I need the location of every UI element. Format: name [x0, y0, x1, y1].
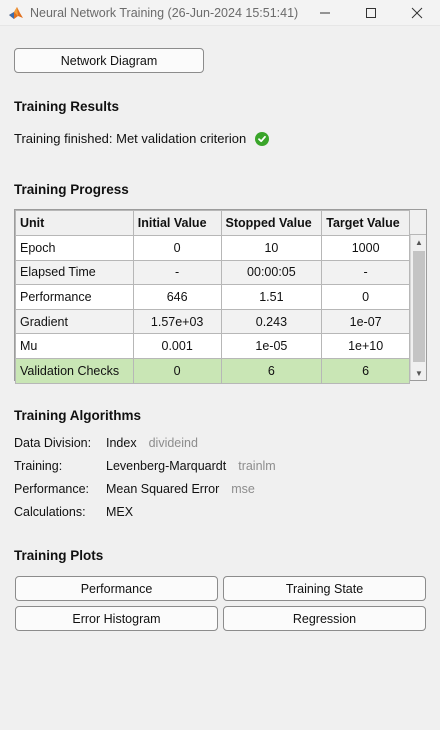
- performance-plot-button[interactable]: Performance: [15, 576, 218, 601]
- table-cell: 0: [132, 235, 222, 261]
- table-header-row: Unit Initial Value Stopped Value Target …: [15, 210, 410, 236]
- table-cell: 0: [132, 357, 222, 384]
- error-histogram-plot-button[interactable]: Error Histogram: [15, 606, 218, 631]
- table-row-epoch: Epoch 0 10 1000: [15, 235, 410, 261]
- training-progress-heading: Training Progress: [14, 182, 129, 197]
- close-button[interactable]: [394, 0, 440, 26]
- algorithm-name: MEX: [106, 505, 134, 519]
- table-cell: 1.57e+03: [132, 308, 222, 335]
- regression-plot-button[interactable]: Regression: [223, 606, 426, 631]
- table-cell: 0.001: [132, 333, 222, 359]
- table-cell: Elapsed Time: [15, 259, 134, 286]
- table-cell: Validation Checks: [15, 357, 134, 384]
- table-cell: 10: [220, 235, 323, 261]
- table-cell: 646: [132, 284, 222, 310]
- algorithm-code[interactable]: divideind: [149, 436, 198, 450]
- algorithm-label: Data Division:: [14, 436, 92, 450]
- main-panel: Network Diagram Training Results Trainin…: [0, 27, 438, 727]
- algorithm-label: Calculations:: [14, 505, 86, 519]
- algorithm-row-calculations: Calculations: MEX: [14, 505, 145, 519]
- training-status-text: Training finished: Met validation criter…: [14, 131, 247, 146]
- network-diagram-button[interactable]: Network Diagram: [14, 48, 204, 73]
- maximize-button[interactable]: [348, 0, 394, 26]
- column-header-initial[interactable]: Initial Value: [132, 210, 222, 236]
- minimize-button[interactable]: [302, 0, 348, 26]
- algorithm-label: Training:: [14, 459, 63, 473]
- algorithm-name: Index: [106, 436, 137, 450]
- table-cell: Epoch: [15, 235, 134, 261]
- algorithm-code[interactable]: trainlm: [238, 459, 276, 473]
- window-title: Neural Network Training (26-Jun-2024 15:…: [30, 5, 299, 20]
- column-header-unit[interactable]: Unit: [15, 210, 134, 236]
- table-cell: 1000: [321, 235, 410, 261]
- check-circle-icon: [255, 131, 270, 146]
- table-cell: 1e-07: [321, 308, 410, 335]
- table-row-mu: Mu 0.001 1e-05 1e+10: [15, 333, 410, 359]
- table-cell: -: [321, 259, 410, 286]
- table-cell: 1e-05: [220, 333, 323, 359]
- table-cell: 6: [220, 357, 323, 384]
- training-results-heading: Training Results: [14, 99, 120, 114]
- table-cell: 6: [321, 357, 410, 384]
- table-row-validation-checks: Validation Checks 0 6 6: [15, 357, 410, 384]
- table-row-elapsed-time: Elapsed Time - 00:00:05 -: [15, 259, 410, 286]
- table-row-performance: Performance 646 1.51 0: [15, 284, 410, 310]
- algorithm-name: Levenberg-Marquardt: [106, 459, 227, 473]
- title-bar: Neural Network Training (26-Jun-2024 15:…: [0, 0, 440, 26]
- scrollbar-thumb[interactable]: [413, 251, 425, 362]
- table-cell: -: [132, 259, 222, 286]
- training-algorithms-heading: Training Algorithms: [14, 408, 142, 423]
- table-cell: Gradient: [15, 308, 134, 335]
- table-cell: 0: [321, 284, 410, 310]
- table-header-filler: [410, 210, 426, 235]
- training-plots-heading: Training Plots: [14, 548, 104, 563]
- algorithm-code[interactable]: mse: [231, 482, 255, 496]
- scroll-down-arrow-icon[interactable]: ▼: [411, 366, 427, 380]
- scroll-up-arrow-icon[interactable]: ▲: [411, 235, 427, 249]
- table-cell: 00:00:05: [220, 259, 323, 286]
- algorithm-row-performance: Performance: Mean Squared Error mse: [14, 482, 255, 496]
- table-cell: 1.51: [220, 284, 323, 310]
- table-row-gradient: Gradient 1.57e+03 0.243 1e-07: [15, 308, 410, 335]
- progress-table: Unit Initial Value Stopped Value Target …: [14, 209, 427, 384]
- algorithm-name: Mean Squared Error: [106, 482, 220, 496]
- table-cell: 0.243: [220, 308, 323, 335]
- close-icon: [411, 7, 423, 19]
- table-cell: 1e+10: [321, 333, 410, 359]
- matlab-app-icon: [8, 5, 24, 21]
- training-status: Training finished: Met validation criter…: [14, 131, 270, 146]
- maximize-icon: [366, 8, 376, 18]
- column-header-stopped[interactable]: Stopped Value: [220, 210, 323, 236]
- algorithm-label: Performance:: [14, 482, 90, 496]
- algorithm-row-training: Training: Levenberg-Marquardt trainlm: [14, 459, 276, 473]
- training-state-plot-button[interactable]: Training State: [223, 576, 426, 601]
- column-header-target[interactable]: Target Value: [321, 210, 410, 236]
- table-cell: Mu: [15, 333, 134, 359]
- table-cell: Performance: [15, 284, 134, 310]
- table-scrollbar[interactable]: ▲ ▼: [410, 235, 426, 380]
- algorithm-row-data-division: Data Division: Index divideind: [14, 436, 198, 450]
- minimize-icon: [320, 12, 330, 14]
